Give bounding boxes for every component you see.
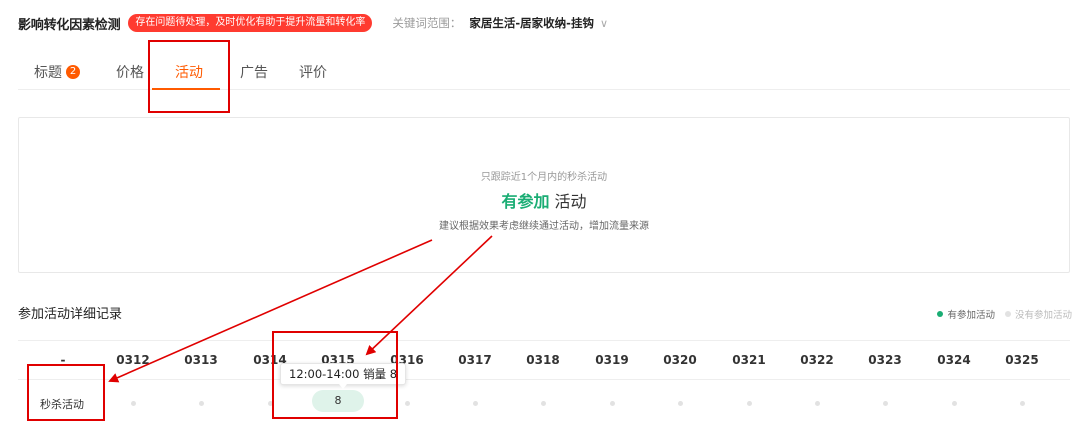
no-activity-dot[interactable] — [815, 401, 820, 406]
column-header: 0318 — [526, 353, 560, 367]
column-header: 0312 — [116, 353, 150, 367]
no-activity-dot[interactable] — [610, 401, 615, 406]
column-header: 0323 — [868, 353, 902, 367]
column-header: 0321 — [732, 353, 766, 367]
no-activity-dot[interactable] — [199, 401, 204, 406]
chevron-down-icon[interactable]: ∨ — [600, 17, 608, 30]
column-header: 0319 — [595, 353, 629, 367]
no-activity-dot[interactable] — [883, 401, 888, 406]
tab-count-badge: 2 — [66, 65, 80, 79]
activity-records-table: - 0312 0313 0314 0315 0316 0317 0318 031… — [18, 340, 1070, 422]
section-title: 参加活动详细记录 — [18, 307, 123, 322]
suggestion-text: 建议根据效果考虑继续通过活动，增加流量来源 — [439, 221, 649, 232]
legend-item-not-participated: 没有参加活动 — [1004, 307, 1072, 321]
no-activity-dot[interactable] — [541, 401, 546, 406]
no-activity-dot[interactable] — [747, 401, 752, 406]
activity-status-highlight: 有参加 — [501, 192, 550, 211]
activity-status: 有参加 活动 — [19, 188, 1069, 212]
legend-label: 没有参加活动 — [1014, 310, 1072, 321]
annotation-box-row-label — [27, 364, 105, 421]
annotation-box-active-cell — [272, 331, 398, 419]
warning-badge: 存在问题待处理，及时优化有助于提升流量和转化率 — [128, 14, 373, 32]
page-header: 影响转化因素检测 存在问题待处理，及时优化有助于提升流量和转化率 关键词范围： … — [18, 10, 608, 36]
tab-label: 标题 — [34, 65, 62, 81]
tracking-note: 只跟踪近1个月内的秒杀活动 — [480, 172, 608, 183]
tab-label: 评价 — [299, 65, 327, 81]
table-header: - 0312 0313 0314 0315 0316 0317 0318 031… — [18, 340, 1070, 380]
tab-label: 价格 — [116, 65, 144, 81]
no-activity-dot[interactable] — [473, 401, 478, 406]
annotation-box-activity-tab — [148, 40, 230, 113]
keyword-range-label: 关键词范围： — [392, 16, 462, 30]
table-row: 秒杀活动 8 — [18, 380, 1070, 422]
tab-title[interactable]: 标题 2 — [34, 56, 80, 88]
no-activity-dot[interactable] — [131, 401, 136, 406]
column-header: 0320 — [663, 353, 697, 367]
column-header: 0324 — [937, 353, 971, 367]
no-activity-dot[interactable] — [405, 401, 410, 406]
page-title: 影响转化因素检测 — [18, 17, 121, 33]
activity-summary-card: 只跟踪近1个月内的秒杀活动 有参加 活动 建议根据效果考虑继续通过活动，增加流量… — [18, 117, 1070, 273]
legend-label: 有参加活动 — [947, 310, 995, 321]
column-header: 0317 — [458, 353, 492, 367]
gray-dot-icon — [1004, 311, 1011, 317]
tab-label: 广告 — [240, 65, 268, 81]
keyword-range-select[interactable]: 家居生活-居家收纳-挂钩 — [469, 15, 594, 31]
column-header: 0322 — [800, 353, 834, 367]
no-activity-dot[interactable] — [952, 401, 957, 406]
legend-item-participated: 有参加活动 — [937, 307, 995, 321]
legend: 有参加活动 没有参加活动 — [927, 307, 1072, 321]
green-dot-icon — [937, 311, 944, 317]
no-activity-dot[interactable] — [678, 401, 683, 406]
tab-reviews[interactable]: 评价 — [299, 56, 327, 88]
tab-ads[interactable]: 广告 — [240, 56, 268, 88]
column-header: 0325 — [1005, 353, 1039, 367]
no-activity-dot[interactable] — [1020, 401, 1025, 406]
column-header: 0313 — [184, 353, 218, 367]
activity-status-text: 活动 — [549, 192, 587, 211]
tab-price[interactable]: 价格 — [116, 56, 144, 88]
